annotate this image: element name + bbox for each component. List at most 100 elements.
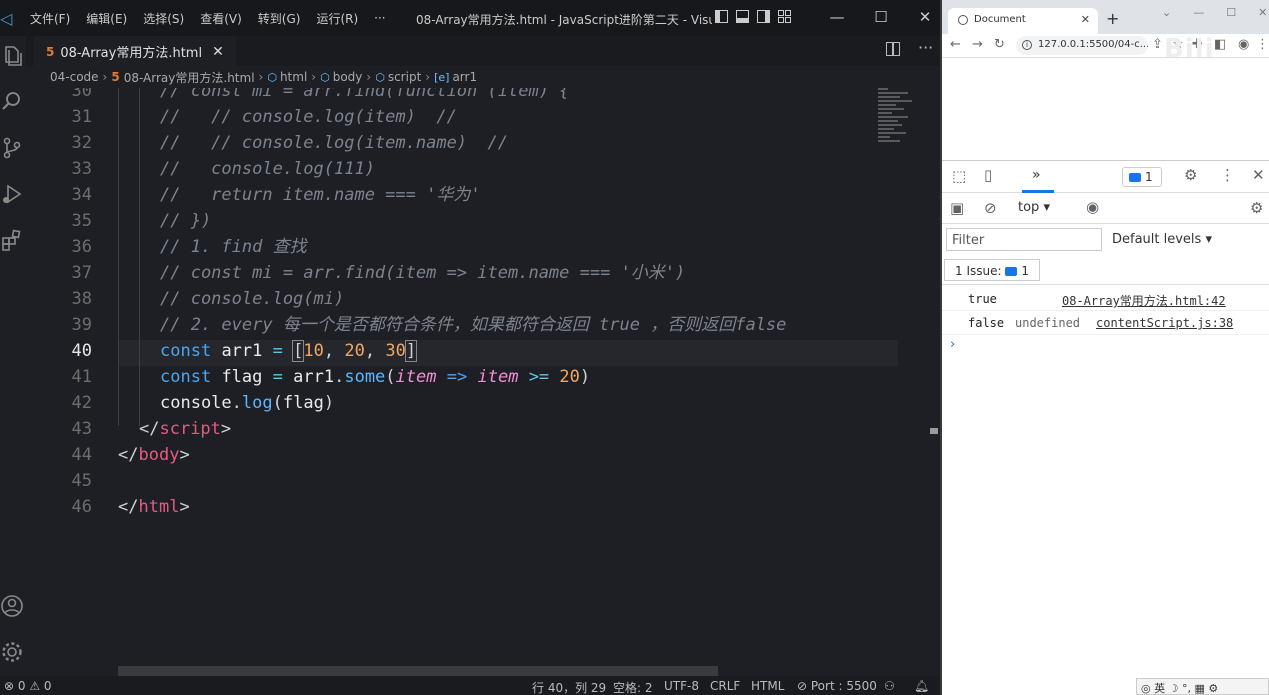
device-toolbar-icon[interactable]: ▯	[984, 166, 992, 184]
context-selector[interactable]: top ▾	[1018, 200, 1050, 215]
indentation[interactable]: 空格: 2	[613, 679, 653, 695]
breadcrumb-arr1[interactable]: arr1	[452, 70, 477, 84]
vscode-logo-icon: ◁	[0, 9, 13, 28]
source-control-icon[interactable]	[0, 136, 26, 162]
menu-run[interactable]: 运行(R)	[308, 10, 366, 27]
menu-view[interactable]: 查看(V)	[192, 10, 250, 27]
code-line: 30// const mi = arr.find(function (item)…	[71, 88, 570, 101]
issues-button[interactable]: 1	[1122, 167, 1162, 187]
toggle-secondary-sidebar-icon[interactable]	[757, 10, 770, 23]
show-sidebar-icon[interactable]: ▣	[950, 199, 964, 217]
code-line: 33// console.log(111)	[71, 159, 375, 179]
code-line: 41 const flag = arr1.some(item => item >=…	[71, 367, 591, 387]
activity-bar	[0, 36, 26, 676]
breadcrumb-html[interactable]: html	[280, 70, 307, 84]
search-icon[interactable]	[0, 89, 26, 115]
back-icon[interactable]: ←	[950, 37, 961, 52]
symbol-variable-icon: [e]	[434, 70, 450, 84]
site-info-icon[interactable]: i	[1022, 40, 1032, 50]
ime-mode-label: 英	[1154, 682, 1166, 695]
breadcrumb-body[interactable]: body	[333, 70, 363, 84]
side-panel-icon[interactable]: ◧	[1214, 37, 1226, 52]
split-editor-icon[interactable]	[886, 42, 900, 56]
code-line: 38// console.log(mi)	[71, 289, 345, 309]
account-icon[interactable]	[0, 594, 26, 620]
share-icon[interactable]: ⇪	[1152, 37, 1163, 52]
tab-search-chevron-icon[interactable]: ⌄	[1162, 6, 1171, 19]
html5-icon: 5	[111, 70, 120, 84]
close-icon[interactable]: ✕	[903, 8, 940, 26]
minimize-icon[interactable]: —	[815, 8, 859, 26]
code-line-active: 40 const arr1 = [10, 20, 30]	[71, 340, 418, 362]
profile-icon[interactable]: ◉	[1238, 37, 1249, 52]
ime-toolbar[interactable]: ◎ 英 ☽ °, ▦ ⚙	[1136, 678, 1269, 695]
vscode-window: ◁ 文件(F) 编辑(E) 选择(S) 查看(V) 转到(G) 运行(R) ··…	[0, 0, 940, 695]
address-text: 127.0.0.1:5500/04-c...	[1038, 39, 1148, 50]
tab-08-array[interactable]: 5 08-Array常用方法.html ✕	[34, 36, 236, 66]
browser-tab-title: Document	[974, 14, 1026, 25]
breadcrumb-folder[interactable]: 04-code	[50, 70, 99, 84]
devtools-menu-icon[interactable]: ⋮	[1220, 166, 1235, 184]
horizontal-scrollbar[interactable]	[118, 666, 718, 676]
browser-tab[interactable]: Document ✕	[948, 8, 1098, 34]
inspect-element-icon[interactable]: ⬚	[952, 167, 966, 185]
browser-tab-close-icon[interactable]: ✕	[1081, 13, 1090, 26]
line-ending[interactable]: CRLF	[710, 679, 740, 693]
live-server-port[interactable]: ⊘ Port : 5500	[797, 679, 877, 693]
browser-maximize-icon[interactable]: ☐	[1226, 6, 1236, 19]
customize-layout-icon[interactable]	[778, 10, 791, 23]
minimap[interactable]	[878, 88, 938, 148]
new-tab-icon[interactable]: +	[1106, 9, 1119, 28]
notifications-bell-icon[interactable]: 🔔︎	[914, 679, 929, 693]
active-tab-indicator	[1022, 190, 1054, 193]
log-source-link[interactable]: 08-Array常用方法.html:42	[1062, 292, 1226, 309]
forward-icon[interactable]: →	[972, 37, 983, 52]
toggle-primary-sidebar-icon[interactable]	[715, 10, 728, 23]
devtools-toolbar: ⬚ ▯ » 1 ⚙ ⋮ ✕	[942, 161, 1269, 193]
browser-close-icon[interactable]: ✕	[1258, 6, 1267, 19]
menu-bar: 文件(F) 编辑(E) 选择(S) 查看(V) 转到(G) 运行(R) ···	[22, 0, 394, 36]
live-expression-eye-icon[interactable]: ◉	[1086, 198, 1099, 216]
browser-minimize-icon[interactable]: —	[1193, 6, 1204, 19]
clear-console-icon[interactable]: ⊘	[984, 199, 997, 217]
cursor-position[interactable]: 行 40，列 29	[532, 679, 606, 695]
tab-close-icon[interactable]: ✕	[212, 44, 224, 60]
encoding[interactable]: UTF-8	[664, 679, 699, 693]
menu-file[interactable]: 文件(F)	[22, 10, 78, 27]
problems-indicator[interactable]: ⊗ 0 ⚠ 0	[4, 679, 52, 693]
scrollbar-marker	[930, 428, 938, 434]
explorer-icon[interactable]	[0, 44, 26, 70]
menu-selection[interactable]: 选择(S)	[135, 10, 192, 27]
log-source-link[interactable]: contentScript.js:38	[1096, 316, 1233, 330]
account-feedback-icon[interactable]: ⚇	[884, 679, 895, 693]
breadcrumb-script[interactable]: script	[388, 70, 421, 84]
menu-edit[interactable]: 编辑(E)	[78, 10, 135, 27]
console-prompt[interactable]: ›	[950, 337, 955, 352]
menu-more[interactable]: ···	[366, 11, 393, 25]
console-settings-gear-icon[interactable]: ⚙	[1250, 199, 1263, 217]
issues-row: 1 Issue: 1	[942, 255, 1269, 285]
language-mode[interactable]: HTML	[751, 679, 784, 693]
code-editor[interactable]: 30// const mi = arr.find(function (item)…	[26, 88, 940, 676]
console-filter-input[interactable]: Filter	[946, 228, 1102, 251]
more-tabs-chevron-icon[interactable]: »	[1032, 167, 1041, 183]
extensions-icon[interactable]	[0, 228, 26, 254]
run-debug-icon[interactable]	[0, 182, 26, 208]
address-bar[interactable]: i 127.0.0.1:5500/04-c...	[1016, 36, 1148, 55]
menu-go[interactable]: 转到(G)	[250, 10, 309, 27]
more-actions-icon[interactable]: ···	[918, 38, 933, 57]
log-levels-dropdown[interactable]: Default levels ▾	[1112, 232, 1212, 247]
toggle-panel-icon[interactable]	[736, 10, 749, 23]
settings-gear-icon[interactable]	[0, 640, 26, 666]
window-controls: — ☐ ✕	[815, 8, 940, 26]
breadcrumb-file[interactable]: 08-Array常用方法.html	[124, 69, 255, 86]
browser-menu-icon[interactable]: ⋮	[1256, 37, 1269, 52]
devtools-settings-gear-icon[interactable]: ⚙	[1184, 166, 1197, 184]
reload-icon[interactable]: ↻	[994, 37, 1005, 52]
code-line: 45	[71, 471, 92, 491]
issues-counter-button[interactable]: 1 Issue: 1	[944, 259, 1040, 281]
code-line: 34// return item.name === '华为'	[71, 185, 481, 205]
devtools-close-icon[interactable]: ✕	[1252, 166, 1265, 184]
maximize-icon[interactable]: ☐	[859, 8, 903, 26]
code-line: 44 </body>	[71, 445, 190, 465]
